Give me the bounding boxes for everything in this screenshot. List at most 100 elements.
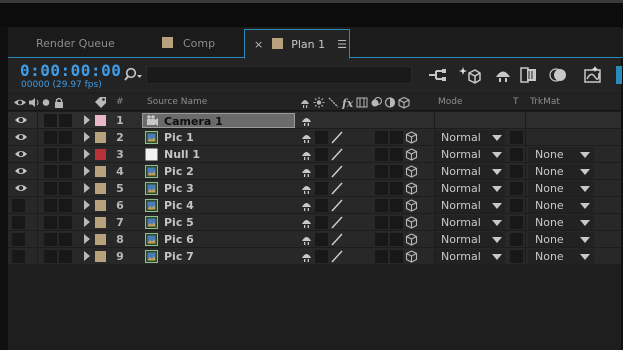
effect-switch[interactable]	[375, 250, 388, 263]
shy-switch-icon[interactable]	[300, 250, 313, 263]
expand-triangle-icon[interactable]	[84, 132, 90, 142]
column-trkmat[interactable]: TrkMat	[530, 97, 560, 107]
shy-switch-icon[interactable]	[300, 182, 313, 195]
blend-mode-dropdown[interactable]: Normal	[435, 215, 505, 230]
collapse-switch[interactable]	[315, 131, 328, 144]
expand-triangle-icon[interactable]	[84, 200, 90, 210]
track-matte-dropdown[interactable]: None	[528, 232, 594, 247]
preserve-transparency-switch[interactable]	[510, 165, 523, 178]
3d-layer-cube-icon[interactable]	[405, 216, 418, 229]
layer-row[interactable]: 7 Pic 5 Normal None	[8, 214, 621, 231]
track-matte-dropdown[interactable]: None	[528, 164, 594, 179]
solo-switch[interactable]	[44, 182, 57, 195]
quality-switch-icon[interactable]	[330, 199, 344, 212]
lock-switch[interactable]	[59, 199, 72, 212]
track-matte-dropdown[interactable]: None	[528, 181, 594, 196]
collapse-switch[interactable]	[315, 233, 328, 246]
frame-blend-switch[interactable]	[390, 233, 403, 246]
graph-editor-icon[interactable]	[582, 65, 604, 85]
3d-layer-cube-icon[interactable]	[405, 165, 418, 178]
quality-switch-icon[interactable]	[330, 216, 344, 229]
expand-triangle-icon[interactable]	[84, 234, 90, 244]
track-matte-dropdown[interactable]: None	[528, 215, 594, 230]
3d-layer-cube-icon[interactable]	[405, 199, 418, 212]
frame-blending-icon[interactable]	[518, 65, 540, 85]
layer-row[interactable]: 4 Pic 2 Normal None	[8, 163, 621, 180]
shy-switch-icon[interactable]	[300, 216, 313, 229]
layer-name-edit-box[interactable]: Camera 1	[142, 113, 295, 128]
effect-switch[interactable]	[375, 233, 388, 246]
preserve-transparency-switch[interactable]	[510, 131, 523, 144]
frame-blend-switch[interactable]	[390, 148, 403, 161]
empty-layer-area[interactable]	[8, 265, 621, 350]
track-matte-dropdown[interactable]: None	[528, 249, 594, 264]
tab-plan-1[interactable]: × Plan 1 ☰	[244, 29, 350, 59]
label-color-swatch[interactable]	[95, 132, 106, 143]
label-color-swatch[interactable]	[95, 200, 106, 211]
blend-mode-dropdown[interactable]: Normal	[435, 130, 505, 145]
quality-switch-icon[interactable]	[330, 250, 344, 263]
preserve-transparency-switch[interactable]	[510, 250, 523, 263]
preserve-transparency-switch[interactable]	[510, 182, 523, 195]
effect-switch[interactable]	[375, 131, 388, 144]
column-source-name[interactable]: Source Name	[147, 97, 207, 107]
panel-menu-icon[interactable]: ☰	[337, 38, 347, 51]
collapse-switch[interactable]	[315, 199, 328, 212]
label-color-swatch[interactable]	[95, 251, 106, 262]
preserve-transparency-switch[interactable]	[510, 199, 523, 212]
search-icon[interactable]	[124, 67, 144, 83]
3d-layer-cube-icon[interactable]	[405, 233, 418, 246]
layer-row[interactable]: 5 Pic 3 Normal None	[8, 180, 621, 197]
visibility-eye-icon[interactable]	[14, 115, 28, 125]
collapse-switch[interactable]	[315, 216, 328, 229]
solo-switch[interactable]	[44, 131, 57, 144]
blend-mode-dropdown[interactable]: Normal	[435, 249, 505, 264]
column-mode[interactable]: Mode	[438, 97, 463, 107]
lock-switch[interactable]	[59, 131, 72, 144]
frame-blend-switch[interactable]	[390, 165, 403, 178]
preserve-transparency-switch[interactable]	[510, 233, 523, 246]
lock-switch[interactable]	[59, 182, 72, 195]
label-color-swatch[interactable]	[95, 217, 106, 228]
lock-switch[interactable]	[59, 148, 72, 161]
draft-3d-icon[interactable]	[459, 65, 481, 85]
visibility-switch[interactable]	[12, 216, 25, 229]
layer-row[interactable]: 9 Pic 7 Normal None	[8, 248, 621, 265]
solo-switch[interactable]	[44, 199, 57, 212]
expand-triangle-icon[interactable]	[84, 149, 90, 159]
layer-row[interactable]: 8 Pic 6 Normal None	[8, 231, 621, 248]
layer-row[interactable]: 1 Camera 1	[8, 112, 621, 129]
lock-switch[interactable]	[59, 250, 72, 263]
solo-switch[interactable]	[44, 148, 57, 161]
frame-blend-switch[interactable]	[390, 216, 403, 229]
visibility-switch[interactable]	[12, 233, 25, 246]
solo-switch[interactable]	[44, 233, 57, 246]
layer-row[interactable]: 2 Pic 1 Normal	[8, 129, 621, 146]
composition-mini-flowchart-icon[interactable]	[426, 65, 448, 85]
solo-switch[interactable]	[44, 114, 57, 127]
track-matte-dropdown[interactable]: None	[528, 198, 594, 213]
expand-triangle-icon[interactable]	[84, 217, 90, 227]
expand-triangle-icon[interactable]	[84, 115, 90, 125]
lock-switch[interactable]	[59, 165, 72, 178]
frame-blend-switch[interactable]	[390, 250, 403, 263]
quality-switch-icon[interactable]	[330, 131, 344, 144]
lock-switch[interactable]	[59, 114, 72, 127]
effect-switch[interactable]	[375, 165, 388, 178]
label-color-swatch[interactable]	[95, 234, 106, 245]
solo-switch[interactable]	[44, 165, 57, 178]
visibility-eye-icon[interactable]	[14, 166, 28, 176]
expand-triangle-icon[interactable]	[84, 183, 90, 193]
label-color-swatch[interactable]	[95, 149, 106, 160]
shy-switch-icon[interactable]	[300, 114, 313, 127]
layer-row[interactable]: 3 Null 1 Normal None	[8, 146, 621, 163]
shy-switch-icon[interactable]	[300, 131, 313, 144]
3d-layer-cube-icon[interactable]	[405, 131, 418, 144]
quality-switch-icon[interactable]	[330, 148, 344, 161]
shy-switch-icon[interactable]	[300, 199, 313, 212]
label-color-swatch[interactable]	[95, 115, 106, 126]
track-matte-dropdown[interactable]: None	[528, 147, 594, 162]
visibility-eye-icon[interactable]	[14, 132, 28, 142]
shy-switch-icon[interactable]	[300, 233, 313, 246]
lock-switch[interactable]	[59, 233, 72, 246]
